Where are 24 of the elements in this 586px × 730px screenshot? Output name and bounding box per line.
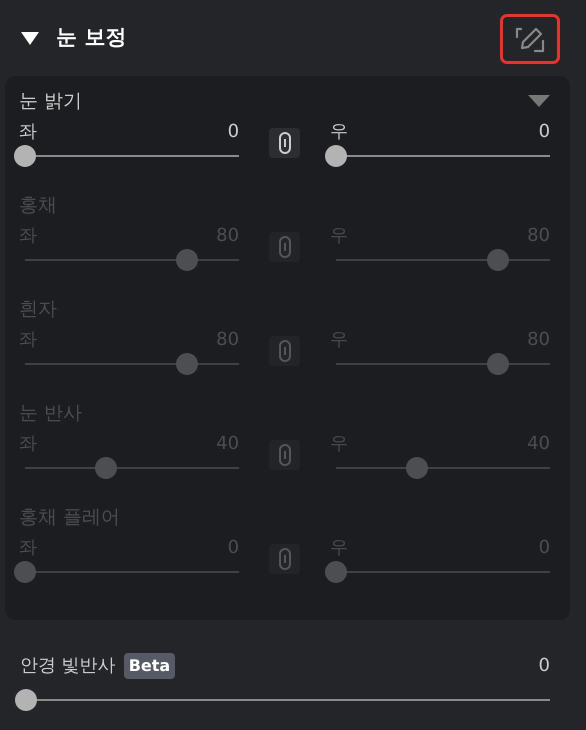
section-title: 눈 보정 [56, 24, 126, 52]
slider-value: 0 [538, 120, 550, 144]
beta-badge: Beta [124, 652, 176, 678]
link-icon [278, 234, 292, 258]
slider-thumb[interactable] [324, 145, 347, 167]
slider[interactable] [14, 145, 240, 167]
slider-value: 0 [228, 120, 240, 144]
side-label: 좌 [19, 120, 37, 144]
edit-button[interactable] [500, 14, 560, 64]
link-icon [278, 546, 292, 570]
link-icon [278, 130, 292, 154]
slider-thumb[interactable] [15, 689, 37, 711]
link-button[interactable] [269, 128, 300, 158]
link-icon [278, 338, 292, 362]
side-label: 우 [330, 120, 348, 144]
glasses-label: 안경 빛반사 [20, 654, 116, 678]
group-title: 눈 밝기 [19, 89, 82, 114]
slider-value: 0 [538, 654, 550, 678]
slider[interactable] [15, 689, 550, 711]
collapse-toggle-icon[interactable] [20, 30, 40, 46]
slider-thumb[interactable] [14, 145, 36, 167]
dropdown-caret-icon[interactable] [528, 94, 550, 108]
link-icon [278, 442, 292, 466]
slider[interactable] [324, 145, 550, 167]
